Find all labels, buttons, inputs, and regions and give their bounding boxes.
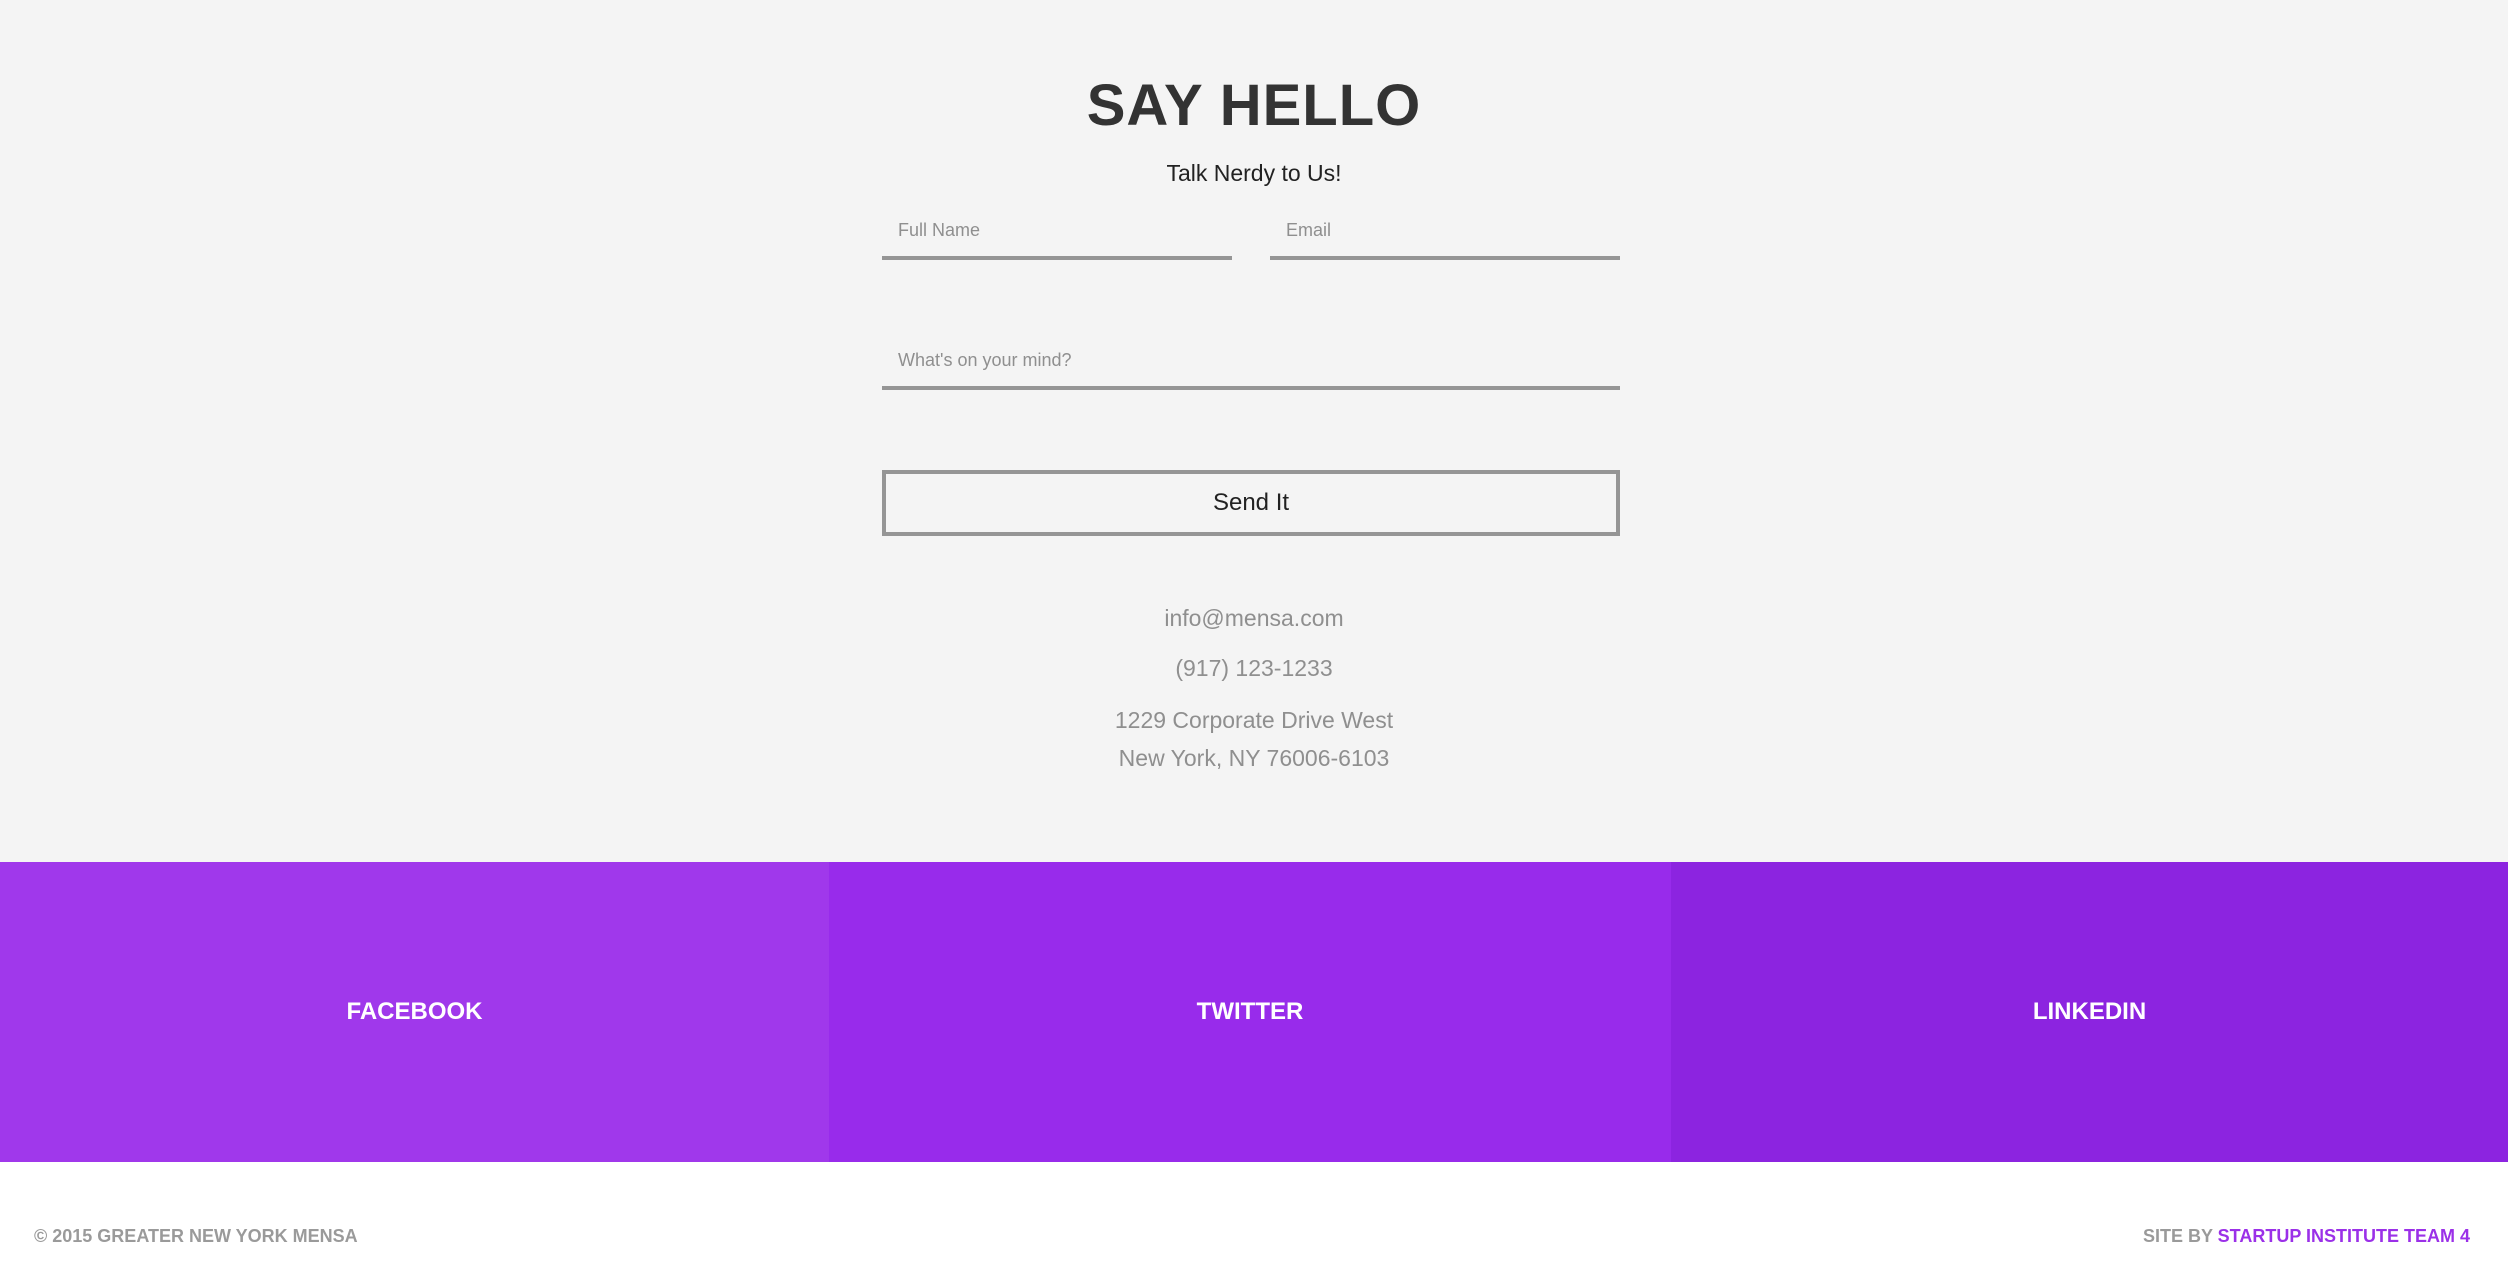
linkedin-link[interactable]: LINKEDIN: [1671, 862, 2508, 1162]
contact-email-text: info@mensa.com: [1164, 605, 1344, 631]
contact-address-line2: New York, NY 76006-6103: [1118, 745, 1390, 771]
contact-phone-text: (917) 123-1233: [1175, 655, 1333, 681]
credit-link[interactable]: STARTUP INSTITUTE TEAM 4: [2218, 1226, 2470, 1246]
copyright-text: © 2015 GREATER NEW YORK MENSA: [34, 1226, 358, 1246]
page-title: SAY HELLO: [1086, 73, 1422, 138]
social-links-band: FACEBOOK TWITTER LINKEDIN: [0, 862, 2508, 1162]
credit-prefix: SITE BY: [2142, 1226, 2213, 1246]
contact-address-line1: 1229 Corporate Drive West: [1114, 707, 1394, 733]
site-credit: SITE BY STARTUP INSTITUTE TEAM 4: [2143, 1226, 2470, 1247]
site-footer: © 2015 GREATER NEW YORK MENSA SITE BY ST…: [0, 1162, 2508, 1278]
full-name-input[interactable]: [882, 214, 1232, 260]
email-input[interactable]: [1270, 214, 1620, 260]
contact-section: SAY HELLO Talk Nerdy to Us! Send It info…: [0, 0, 2508, 862]
page-subtitle: Talk Nerdy to Us!: [1166, 160, 1342, 186]
message-input[interactable]: [882, 344, 1620, 390]
send-button[interactable]: Send It: [882, 470, 1620, 536]
twitter-link[interactable]: TWITTER: [829, 862, 1671, 1162]
facebook-link[interactable]: FACEBOOK: [0, 862, 829, 1162]
